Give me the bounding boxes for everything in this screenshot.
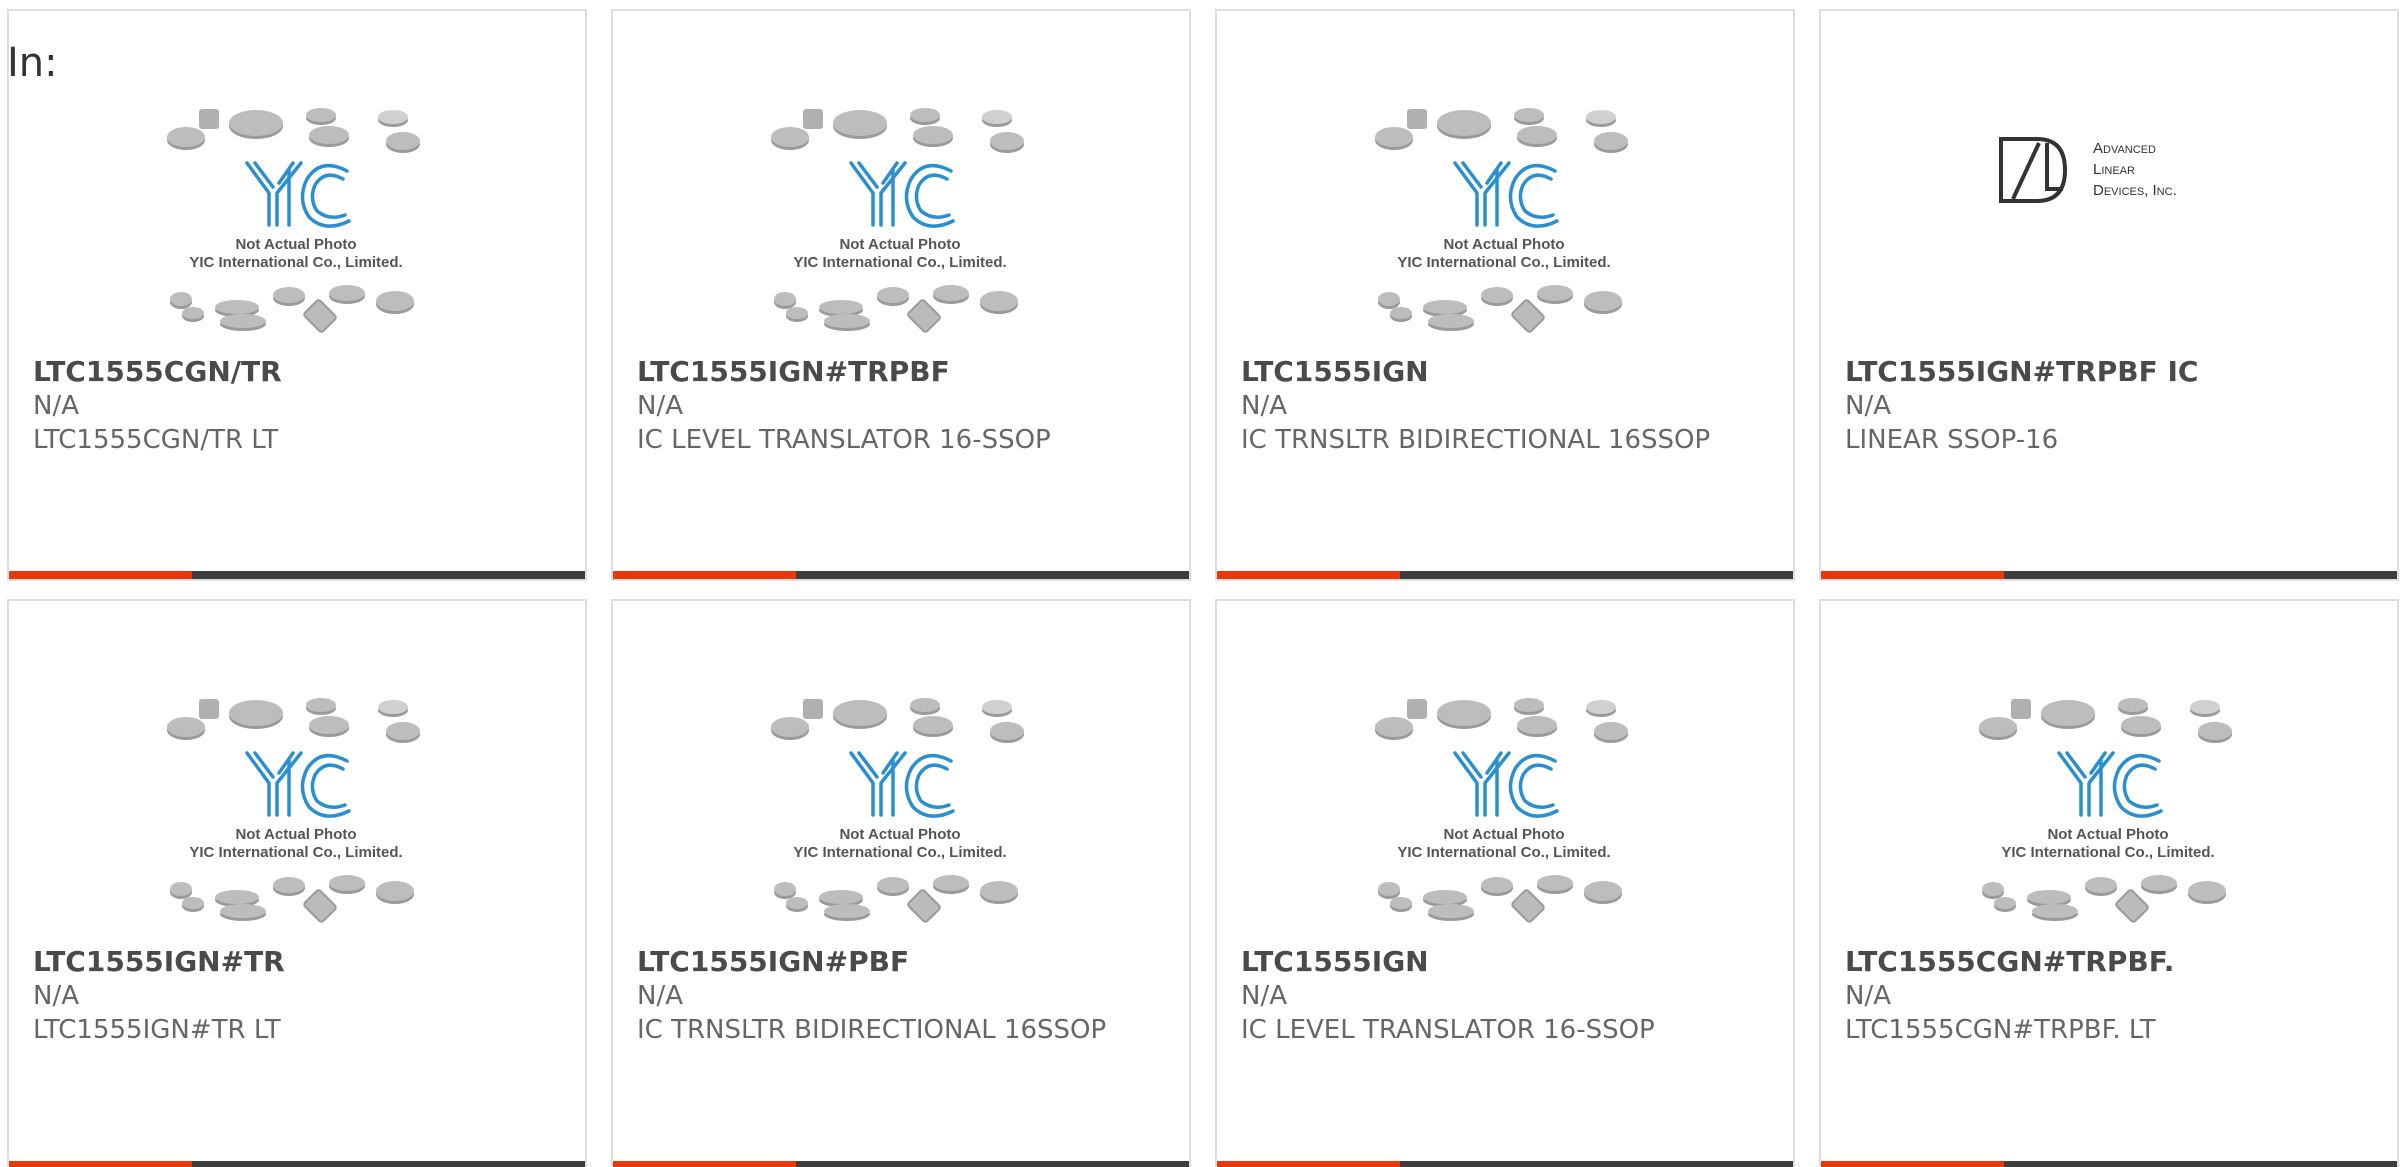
description: IC LEVEL TRANSLATOR 16-SSOP bbox=[637, 425, 1051, 455]
image-caption: YIC International Co., Limited. bbox=[2001, 844, 2214, 861]
chip-icon bbox=[1407, 109, 1427, 129]
logo-text: Linear bbox=[2093, 161, 2135, 178]
product-grid: Not Actual Photo YIC International Co., L… bbox=[7, 9, 2399, 1167]
part-number[interactable]: LTC1555IGN#TRPBF IC bbox=[1845, 355, 2365, 389]
description: IC LEVEL TRANSLATOR 16-SSOP bbox=[1241, 1015, 1655, 1045]
part-number[interactable]: LTC1555IGN bbox=[1241, 945, 1761, 979]
brand: N/A bbox=[1241, 391, 1287, 421]
part-number[interactable]: LTC1555IGN#PBF bbox=[637, 945, 1157, 979]
card-accent-bar bbox=[613, 571, 796, 579]
product-image: Not Actual Photo YIC International Co., L… bbox=[765, 691, 1035, 931]
card-bottom-bar bbox=[9, 1161, 585, 1167]
image-caption: YIC International Co., Limited. bbox=[793, 254, 1006, 271]
product-grid-page: In: Not Actual Photo YIC International Co… bbox=[0, 0, 2404, 1167]
description: LINEAR SSOP-16 bbox=[1845, 425, 2059, 455]
image-caption: Not Actual Photo bbox=[839, 826, 960, 843]
filter-label: In: bbox=[7, 40, 58, 86]
yic-logo-icon bbox=[245, 161, 351, 228]
description: IC TRNSLTR BIDIRECTIONAL 16SSOP bbox=[637, 1015, 1107, 1045]
product-card[interactable]: Not Actual Photo YIC International Co., L… bbox=[611, 9, 1191, 581]
card-accent-bar bbox=[1217, 571, 1400, 579]
product-image: Not Actual Photo YIC International Co., L… bbox=[1369, 691, 1639, 931]
product-image: Not Actual Photo YIC International Co., L… bbox=[1973, 691, 2243, 931]
product-image: Not Actual Photo YIC International Co., L… bbox=[765, 101, 1035, 341]
chip-icon bbox=[2011, 699, 2031, 719]
card-bottom-bar bbox=[613, 1161, 1189, 1167]
card-accent-bar bbox=[1821, 1161, 2004, 1167]
yic-logo-icon bbox=[849, 161, 955, 228]
brand: N/A bbox=[637, 981, 683, 1011]
description: LTC1555IGN#TR LT bbox=[33, 1015, 281, 1045]
product-card[interactable]: Not Actual Photo YIC International Co., L… bbox=[611, 599, 1191, 1167]
brand: N/A bbox=[1845, 391, 1891, 421]
yic-logo-icon bbox=[245, 751, 351, 818]
part-number[interactable]: LTC1555IGN#TRPBF bbox=[637, 355, 1157, 389]
card-accent-bar bbox=[1217, 1161, 1400, 1167]
yic-logo-icon bbox=[1453, 161, 1559, 228]
yic-placeholder-image: Not Actual PhotoYIC International Co., L… bbox=[771, 698, 1024, 923]
logo-text: Advanced bbox=[2093, 140, 2156, 157]
brand: N/A bbox=[1241, 981, 1287, 1011]
logo-text: Devices, Inc. bbox=[2093, 182, 2177, 199]
brand: N/A bbox=[637, 391, 683, 421]
card-bottom-bar bbox=[1217, 1161, 1793, 1167]
card-accent-bar bbox=[9, 1161, 192, 1167]
card-accent-bar bbox=[613, 1161, 796, 1167]
brand: N/A bbox=[1845, 981, 1891, 1011]
card-bottom-bar bbox=[1821, 1161, 2397, 1167]
card-bottom-bar bbox=[1217, 571, 1793, 579]
chip-icon bbox=[199, 109, 219, 129]
yic-placeholder-image: Not Actual PhotoYIC International Co., L… bbox=[1979, 698, 2232, 923]
chip-icon bbox=[199, 699, 219, 719]
yic-placeholder-image: Not Actual PhotoYIC International Co., L… bbox=[1375, 108, 1628, 333]
chip-icon bbox=[803, 699, 823, 719]
image-caption: YIC International Co., Limited. bbox=[1397, 254, 1610, 271]
product-card[interactable]: Advanced Linear Devices, Inc. LTC1555IGN#T… bbox=[1819, 9, 2399, 581]
image-caption: Not Actual Photo bbox=[839, 236, 960, 253]
chip-icon bbox=[1407, 699, 1427, 719]
product-image: Not Actual Photo YIC International Co., L… bbox=[161, 101, 431, 341]
card-accent-bar bbox=[9, 571, 192, 579]
yic-placeholder-image: Not Actual PhotoYIC International Co., L… bbox=[167, 698, 420, 923]
product-card[interactable]: Not Actual Photo YIC International Co., L… bbox=[1819, 599, 2399, 1167]
image-caption: Not Actual Photo bbox=[235, 826, 356, 843]
image-caption: YIC International Co., Limited. bbox=[1397, 844, 1610, 861]
yic-placeholder-image: Not Actual PhotoYIC International Co., L… bbox=[1375, 698, 1628, 923]
part-number[interactable]: LTC1555CGN/TR bbox=[33, 355, 553, 389]
image-caption: YIC International Co., Limited. bbox=[189, 254, 402, 271]
product-image: Not Actual Photo YIC International Co., L… bbox=[161, 691, 431, 931]
image-caption: Not Actual Photo bbox=[1443, 236, 1564, 253]
yic-placeholder-image: Not Actual PhotoYIC International Co., L… bbox=[167, 108, 420, 333]
yic-placeholder-image: Not Actual PhotoYIC International Co., L… bbox=[771, 108, 1024, 333]
brand: N/A bbox=[33, 981, 79, 1011]
yic-logo-icon bbox=[849, 751, 955, 818]
product-image: Advanced Linear Devices, Inc. bbox=[1973, 101, 2243, 341]
product-card[interactable]: Not Actual Photo YIC International Co., L… bbox=[1215, 9, 1795, 581]
card-bottom-bar bbox=[9, 571, 585, 579]
part-number[interactable]: LTC1555IGN bbox=[1241, 355, 1761, 389]
image-caption: Not Actual Photo bbox=[235, 236, 356, 253]
card-bottom-bar bbox=[613, 571, 1189, 579]
product-card[interactable]: Not Actual Photo YIC International Co., L… bbox=[7, 599, 587, 1167]
chip-icon bbox=[803, 109, 823, 129]
yic-logo-icon bbox=[1453, 751, 1559, 818]
yic-logo-icon bbox=[2057, 751, 2163, 818]
description: IC TRNSLTR BIDIRECTIONAL 16SSOP bbox=[1241, 425, 1711, 455]
image-caption: YIC International Co., Limited. bbox=[793, 844, 1006, 861]
description: LTC1555CGN/TR LT bbox=[33, 425, 279, 455]
part-number[interactable]: LTC1555IGN#TR bbox=[33, 945, 553, 979]
card-bottom-bar bbox=[1821, 571, 2397, 579]
ald-logo-icon: Advanced Linear Devices, Inc. bbox=[1999, 137, 2177, 203]
product-card[interactable]: Not Actual Photo YIC International Co., L… bbox=[1215, 599, 1795, 1167]
product-image: Not Actual Photo YIC International Co., L… bbox=[1369, 101, 1639, 341]
image-caption: YIC International Co., Limited. bbox=[189, 844, 402, 861]
image-caption: Not Actual Photo bbox=[1443, 826, 1564, 843]
image-caption: Not Actual Photo bbox=[2047, 826, 2168, 843]
card-accent-bar bbox=[1821, 571, 2004, 579]
part-number[interactable]: LTC1555CGN#TRPBF. bbox=[1845, 945, 2365, 979]
brand: N/A bbox=[33, 391, 79, 421]
description: LTC1555CGN#TRPBF. LT bbox=[1845, 1015, 2156, 1045]
product-card[interactable]: Not Actual Photo YIC International Co., L… bbox=[7, 9, 587, 581]
